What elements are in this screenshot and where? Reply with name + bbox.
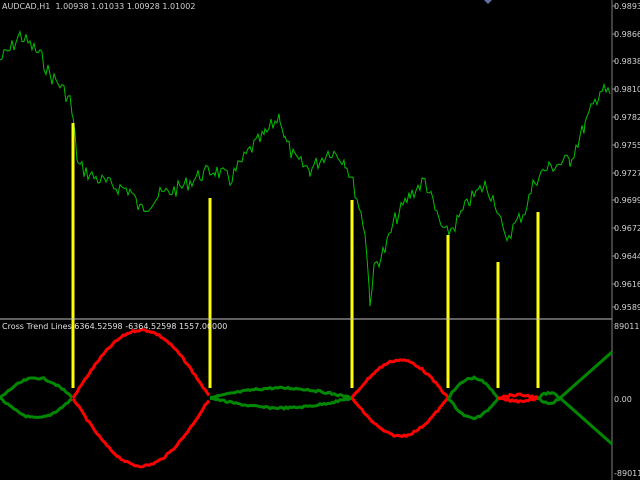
indicator-line — [71, 397, 211, 469]
indicator-line — [209, 396, 353, 411]
price-tick-label: 0.97275 — [614, 169, 640, 178]
crossing-markers — [71, 123, 540, 388]
indicator-line — [559, 350, 613, 400]
price-tick-label: 0.98935 — [614, 2, 640, 11]
indicator-line — [446, 375, 500, 400]
cross-trend-lines-plot — [0, 327, 613, 469]
price-tick-label: 0.98660 — [614, 30, 640, 39]
indicator-tick-label: 890110.6 — [614, 322, 640, 331]
indicator-line — [537, 390, 561, 400]
symbol-label: AUDCAD,H1 — [2, 2, 51, 11]
indicator-line — [0, 396, 73, 420]
price-tick-label: 0.98105 — [614, 85, 640, 94]
price-axis-ticks — [612, 5, 616, 308]
indicator-line — [71, 327, 211, 399]
indicator-tick-label: 0.00 — [614, 395, 632, 404]
chart-canvas[interactable] — [0, 0, 640, 480]
indicator-line — [559, 396, 613, 446]
symbol-ohlc-label: AUDCAD,H1 1.00938 1.01033 1.00928 1.0100… — [2, 2, 195, 11]
indicator-line — [350, 396, 450, 438]
indicator-line — [209, 385, 353, 401]
price-tick-label: 0.97825 — [614, 113, 640, 122]
indicator-line — [350, 358, 450, 399]
indicator-tick-label: -890110.6 — [614, 469, 640, 478]
price-tick-label: 0.96445 — [614, 252, 640, 261]
price-series — [0, 29, 611, 307]
scroll-marker-icon[interactable] — [484, 0, 492, 4]
indicator-title: Cross Trend Lines 6364.52598 -6364.52598… — [2, 322, 228, 331]
indicator-line — [497, 396, 539, 404]
price-tick-label: 0.95890 — [614, 303, 640, 312]
indicator-line — [447, 397, 500, 421]
price-tick-label: 0.96720 — [614, 224, 640, 233]
price-tick-label: 0.97550 — [614, 141, 640, 150]
price-tick-label: 0.96995 — [614, 196, 640, 205]
indicator-line — [0, 376, 74, 399]
ohlc-label: 1.00938 1.01033 1.00928 1.01002 — [55, 2, 196, 11]
price-tick-label: 0.98380 — [614, 57, 640, 66]
indicator-line — [537, 396, 561, 406]
price-tick-label: 0.96165 — [614, 280, 640, 289]
